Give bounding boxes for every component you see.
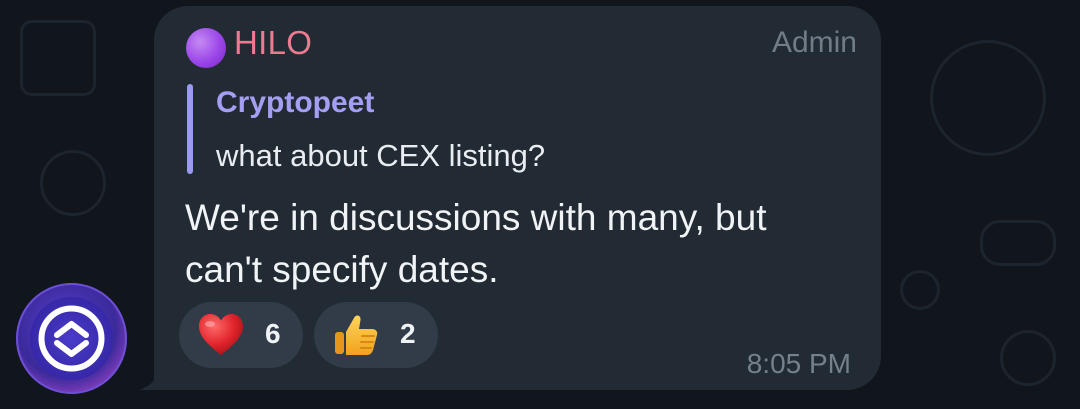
message-text: We're in discussions with many, but can'…	[185, 192, 865, 296]
thumbs-up-icon	[335, 315, 378, 355]
background-doodle	[900, 270, 940, 310]
background-doodle	[980, 220, 1056, 266]
reaction-thumbs-up[interactable]: 2	[314, 302, 438, 368]
message-text-line: We're in discussions with many, but	[185, 197, 767, 238]
admin-badge: Admin	[771, 26, 857, 59]
message-bubble[interactable]: HILO Admin Cryptopeet what about CEX lis…	[154, 6, 881, 390]
hilo-logo-icon	[30, 297, 113, 380]
reaction-count: 6	[265, 318, 281, 349]
message-timestamp: 8:05 PM	[746, 348, 851, 379]
reply-author[interactable]: Cryptopeet	[216, 86, 374, 120]
message-text-line: can't specify dates.	[185, 249, 499, 290]
background-doodle	[20, 20, 96, 96]
background-doodle	[930, 40, 1046, 156]
purple-circle-icon	[186, 28, 226, 68]
avatar[interactable]	[16, 283, 127, 394]
background-doodle	[40, 150, 106, 216]
sender-name[interactable]: HILO	[234, 24, 312, 62]
reaction-heart[interactable]: 6	[179, 302, 303, 368]
background-doodle	[1000, 330, 1056, 386]
reaction-count: 2	[400, 318, 416, 349]
reply-accent-bar	[187, 84, 193, 174]
red-heart-icon	[199, 314, 243, 355]
reply-text[interactable]: what about CEX listing?	[216, 138, 545, 174]
